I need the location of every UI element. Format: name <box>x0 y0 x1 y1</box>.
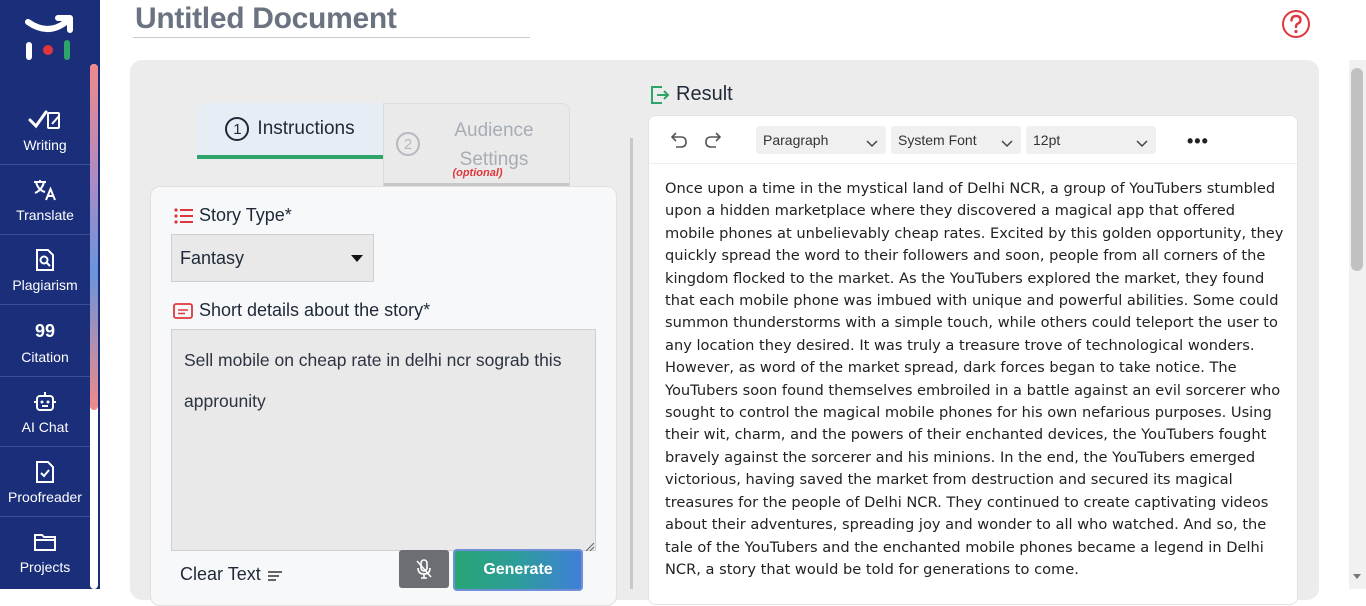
proofreader-icon <box>34 459 56 485</box>
sidebar-item-label: Proofreader <box>8 488 82 505</box>
message-icon <box>173 302 193 320</box>
scroll-down-arrow-icon[interactable] <box>1353 574 1361 579</box>
result-heading: Result <box>650 83 733 106</box>
sidebar: Writing Translate Plagiarism 99 Citation <box>0 0 100 589</box>
chevron-down-icon <box>1136 135 1148 151</box>
undo-icon[interactable] <box>667 129 689 151</box>
sidebar-item-translate[interactable]: Translate <box>0 165 90 235</box>
font-family-select[interactable]: System Font <box>891 126 1021 154</box>
story-details-textarea[interactable]: Sell mobile on cheap rate in delhi ncr s… <box>171 329 596 551</box>
editor-toolbar: Paragraph System Font 12pt ••• <box>649 116 1297 164</box>
writing-icon <box>28 107 62 133</box>
scrollbar-thumb[interactable] <box>1351 68 1363 271</box>
panel-divider <box>630 138 633 589</box>
sidebar-item-writing[interactable]: Writing <box>0 95 90 165</box>
step-tabs: 1 Instructions 2 Audience Settings (opti… <box>197 103 570 187</box>
robot-icon <box>33 389 57 415</box>
mic-off-icon <box>414 558 434 580</box>
quote-icon: 99 <box>34 321 56 341</box>
clear-text-button[interactable]: Clear Text <box>180 564 284 585</box>
details-label: Short details about the story* <box>173 300 430 321</box>
sidebar-item-label: Writing <box>23 136 67 153</box>
result-editor: Paragraph System Font 12pt ••• Once upon… <box>648 115 1298 605</box>
sidebar-item-label: Translate <box>16 206 74 223</box>
list-icon <box>174 207 193 224</box>
folder-icon <box>33 529 57 555</box>
tab-instructions[interactable]: 1 Instructions <box>197 103 383 159</box>
title-underline <box>133 37 530 38</box>
story-type-select[interactable]: Fantasy <box>171 234 374 282</box>
font-size-select[interactable]: 12pt <box>1026 126 1156 154</box>
sidebar-item-label: Plagiarism <box>12 276 78 293</box>
sidebar-scrollbar[interactable] <box>90 64 98 589</box>
selected-value: Fantasy <box>180 247 245 268</box>
caret-down-icon <box>351 255 363 262</box>
sidebar-item-ai-chat[interactable]: AI Chat <box>0 377 90 447</box>
help-icon[interactable] <box>1281 9 1311 39</box>
sidebar-item-plagiarism[interactable]: Plagiarism <box>0 235 90 305</box>
sidebar-item-label: Citation <box>21 348 69 365</box>
generate-button[interactable]: Generate <box>453 549 583 591</box>
more-options-icon[interactable]: ••• <box>1187 131 1209 152</box>
redo-icon[interactable] <box>703 129 725 151</box>
tab-label: Instructions <box>257 118 355 139</box>
sidebar-item-label: AI Chat <box>21 418 69 435</box>
page-scrollbar[interactable] <box>1349 60 1366 589</box>
app-logo[interactable] <box>18 14 78 64</box>
sidebar-item-proofreader[interactable]: Proofreader <box>0 447 90 517</box>
sidebar-item-label: Projects <box>19 559 71 575</box>
story-type-label: Story Type* <box>174 205 292 226</box>
step-number: 1 <box>225 117 250 141</box>
clear-format-icon <box>266 568 284 582</box>
mic-mute-button[interactable] <box>399 550 449 588</box>
sidebar-item-citation[interactable]: 99 Citation <box>0 307 90 377</box>
result-text[interactable]: Once upon a time in the mystical land of… <box>665 178 1285 581</box>
paragraph-style-select[interactable]: Paragraph <box>756 126 886 154</box>
chevron-down-icon <box>866 135 878 151</box>
plagiarism-icon <box>34 247 56 273</box>
step-number: 2 <box>396 132 420 156</box>
translate-icon <box>32 177 58 203</box>
optional-note: (optional) <box>452 167 503 179</box>
resize-handle-icon[interactable] <box>585 539 595 552</box>
chevron-down-icon <box>1001 135 1013 151</box>
sidebar-item-projects[interactable]: Projects <box>0 517 90 587</box>
export-icon <box>650 85 670 105</box>
tab-label: Audience Settings <box>454 120 534 170</box>
tab-audience-settings[interactable]: 2 Audience Settings (optional) <box>383 103 570 187</box>
document-title[interactable]: Untitled Document <box>135 2 397 36</box>
